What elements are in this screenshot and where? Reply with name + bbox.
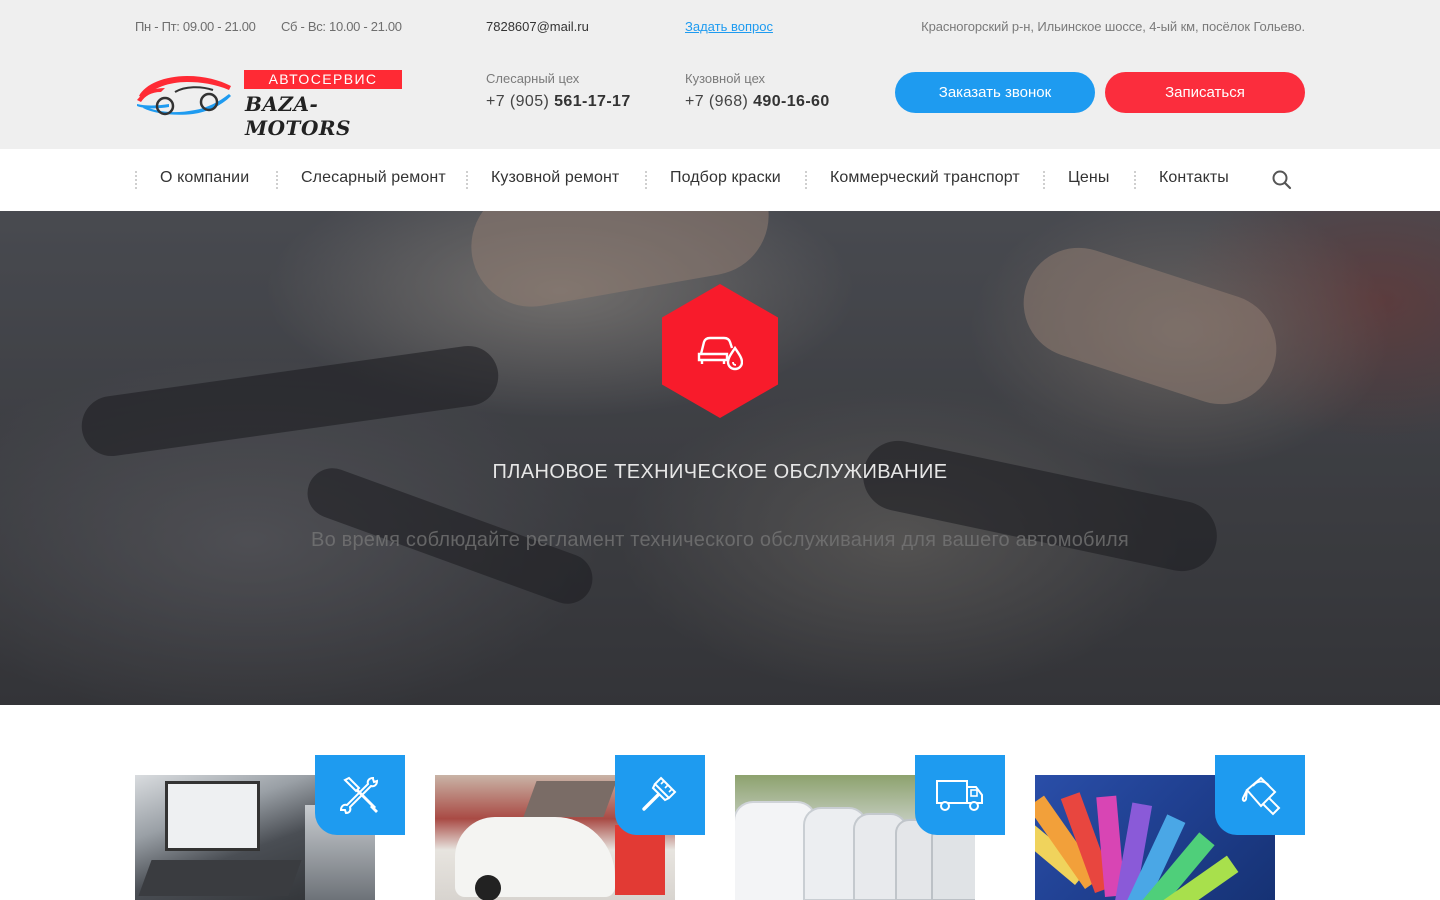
phone-label: Кузовной цех: [685, 71, 766, 86]
phone-number[interactable]: +7 (905) 561-17-17: [486, 93, 631, 111]
hero-banner: ПЛАНОВОЕ ТЕХНИЧЕСКОЕ ОБСЛУЖИВАНИЕ Во вре…: [0, 211, 1440, 705]
hero-subtitle: Во время соблюдайте регламент техническо…: [311, 529, 1129, 551]
header: Пн - Пт: 09.00 - 21.00 Сб - Вс: 10.00 - …: [0, 0, 1440, 149]
sign-up-button[interactable]: Записаться: [1105, 72, 1305, 113]
nav-separator: [135, 171, 137, 189]
order-call-button[interactable]: Заказать звонок: [895, 72, 1095, 113]
working-hours: Пн - Пт: 09.00 - 21.00 Сб - Вс: 10.00 - …: [135, 19, 424, 34]
address: Красногорский р-н, Ильинское шоссе, 4-ый…: [921, 19, 1305, 34]
car-logo-icon: [137, 76, 231, 116]
nav-item-about[interactable]: О компании: [160, 169, 249, 187]
laptop-screen: [165, 781, 260, 851]
logo[interactable]: АВТОСЕРВИС BAZA-MOTORS: [135, 68, 405, 140]
phone-label: Слесарный цех: [486, 71, 580, 86]
nav-separator: [1043, 171, 1045, 189]
nav-item-contacts[interactable]: Контакты: [1159, 169, 1229, 187]
logo-tagline: АВТОСЕРВИС: [244, 70, 402, 89]
car-hood: [523, 781, 617, 817]
car-wheel: [475, 875, 501, 900]
nav-item-paint-matching[interactable]: Подбор краски: [670, 169, 781, 187]
service-card-paint[interactable]: [1035, 755, 1305, 900]
phone-number[interactable]: +7 (968) 490-16-60: [685, 93, 830, 111]
nav-separator: [276, 171, 278, 189]
nav-item-body-repair[interactable]: Кузовной ремонт: [491, 169, 619, 187]
service-badge: [615, 755, 705, 835]
email-link[interactable]: 7828607@mail.ru: [486, 19, 589, 34]
hours-weekday: Пн - Пт: 09.00 - 21.00: [135, 19, 256, 34]
van: [735, 803, 815, 900]
nav-item-commercial-transport[interactable]: Коммерческий транспорт: [830, 169, 1020, 187]
search-icon[interactable]: [1272, 170, 1292, 190]
hero-title: ПЛАНОВОЕ ТЕХНИЧЕСКОЕ ОБСЛУЖИВАНИЕ: [492, 461, 948, 483]
car-oil-drop-icon: [697, 336, 743, 371]
nav-separator: [645, 171, 647, 189]
paint-bucket-icon: [1241, 776, 1281, 816]
service-badge: [315, 755, 405, 835]
phone-block-body: Кузовной цех +7 (968) 490-16-60: [685, 71, 830, 111]
service-card-mechanical[interactable]: [135, 755, 405, 900]
ask-question-link[interactable]: Задать вопрос: [685, 19, 773, 34]
main-nav: О компании Слесарный ремонт Кузовной рем…: [0, 149, 1440, 211]
laptop-keyboard: [138, 860, 302, 896]
logo-name: BAZA-MOTORS: [245, 92, 351, 140]
nav-separator: [805, 171, 807, 189]
garage-lift: [615, 825, 665, 895]
wrench-screwdriver-icon: [339, 776, 379, 815]
service-badge: [1215, 755, 1305, 835]
service-card-commercial[interactable]: [735, 755, 1005, 900]
nav-separator: [1134, 171, 1136, 189]
nav-item-mechanical-repair[interactable]: Слесарный ремонт: [301, 169, 446, 187]
truck-icon: [936, 780, 983, 811]
phone-block-mechanical: Слесарный цех +7 (905) 561-17-17: [486, 71, 631, 111]
van: [933, 827, 975, 899]
nav-separator: [466, 171, 468, 189]
nav-item-prices[interactable]: Цены: [1068, 169, 1109, 187]
service-card-body[interactable]: [435, 755, 705, 900]
hours-weekend: Сб - Вс: 10.00 - 21.00: [280, 19, 402, 34]
paint-brush-icon: [642, 776, 677, 811]
service-badge: [915, 755, 1005, 835]
